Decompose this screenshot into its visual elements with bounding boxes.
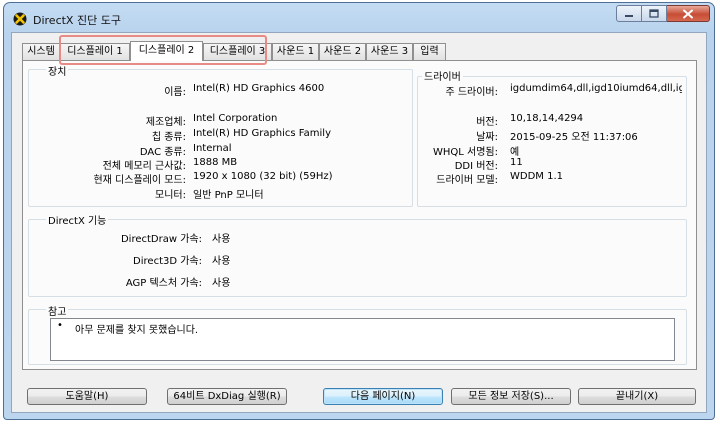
ddi-version-label: DDI 버전: (454, 161, 498, 172)
close-button[interactable] (667, 5, 710, 22)
device-name-value: Intel(R) HD Graphics 4600 (193, 83, 325, 94)
main-driver-label: 주 드라이버: (445, 87, 498, 98)
save-all-info-button[interactable]: 모든 정보 저장(S)... (451, 388, 571, 405)
display-mode-label: 현재 디스플레이 모드: (93, 175, 186, 186)
directx-features-title: DirectX 기능 (46, 212, 109, 227)
notes-bullet: • (57, 320, 63, 331)
tab-input[interactable]: 입력 (413, 43, 446, 60)
maximize-button[interactable] (642, 5, 667, 22)
driver-model-value: WDDM 1.1 (510, 171, 563, 182)
help-button[interactable]: 도움말(H) (27, 388, 147, 405)
notes-text: 아무 문제를 찾지 못했습니다. (75, 325, 199, 336)
window-title: DirectX 진단 도구 (33, 14, 121, 27)
whql-label: WHQL 서명됨: (433, 147, 498, 158)
driver-date-value: 2015-09-25 오전 11:37:06 (510, 132, 638, 143)
driver-section-title: 드라이버 (422, 68, 463, 83)
tab-sound-2[interactable]: 사운드 2 (319, 43, 366, 60)
minimize-icon (625, 14, 633, 17)
direct3d-value: 사용 (212, 256, 231, 267)
tab-sound-3[interactable]: 사운드 3 (366, 43, 413, 60)
manufacturer-value: Intel Corporation (193, 113, 278, 124)
monitor-label: 모니터: (155, 190, 186, 201)
exit-button[interactable]: 끝내기(X) (578, 388, 696, 405)
minimize-button[interactable] (616, 5, 642, 22)
whql-value: 예 (510, 147, 520, 158)
agp-label: AGP 텍스처 가속: (125, 278, 202, 289)
notes-section-title: 참고 (46, 303, 69, 318)
run-64bit-dxdiag-button[interactable]: 64비트 DxDiag 실행(R) (167, 388, 287, 405)
directx-x-icon (13, 12, 27, 26)
driver-version-value: 10,18,14,4294 (510, 113, 584, 124)
chip-type-label: 칩 종류: (151, 132, 186, 143)
direct3d-label: Direct3D 가속: (133, 256, 202, 267)
directdraw-label: DirectDraw 가속: (120, 234, 202, 245)
title-bar[interactable]: DirectX 진단 도구 (4, 3, 714, 33)
window-controls (616, 5, 710, 23)
dac-type-label: DAC 종류: (139, 147, 186, 158)
close-icon (683, 9, 693, 18)
dac-type-value: Internal (193, 143, 232, 154)
total-memory-value: 1888 MB (193, 157, 238, 168)
directdraw-value: 사용 (212, 234, 231, 245)
driver-date-label: 날짜: (476, 132, 498, 143)
chip-type-value: Intel(R) HD Graphics Family (193, 128, 331, 139)
driver-model-label: 드라이버 모델: (436, 175, 498, 186)
agp-value: 사용 (212, 278, 231, 289)
main-driver-value: igdumdim64,dll,igd10iumd64,dll,igd10 (510, 83, 682, 94)
device-name-label: 이름: (164, 87, 186, 98)
tab-sound-1[interactable]: 사운드 1 (272, 43, 319, 60)
manufacturer-label: 제조업체: (145, 117, 186, 128)
device-section-title: 장치 (46, 63, 69, 78)
dxdiag-window: DirectX 진단 도구 시스템 디스플레이 1 디스플레이 2 디스플레이 … (3, 2, 715, 420)
ddi-version-value: 11 (510, 157, 523, 168)
notes-textbox[interactable]: • 아무 문제를 찾지 못했습니다. (50, 318, 675, 361)
tab-display-2[interactable]: 디스플레이 2 (130, 41, 203, 61)
window-client-area: 시스템 디스플레이 1 디스플레이 2 디스플레이 3 사운드 1 사운드 2 … (11, 32, 707, 413)
tab-display-3[interactable]: 디스플레이 3 (203, 43, 272, 60)
driver-version-label: 버전: (476, 117, 498, 128)
total-memory-label: 전체 메모리 근사값: (102, 161, 186, 172)
tab-display-1[interactable]: 디스플레이 1 (60, 43, 130, 60)
tab-system[interactable]: 시스템 (22, 43, 60, 60)
next-page-button[interactable]: 다음 페이지(N) (323, 388, 443, 405)
display-mode-value: 1920 x 1080 (32 bit) (59Hz) (193, 171, 333, 182)
monitor-value: 일반 PnP 모니터 (193, 190, 264, 201)
maximize-icon (649, 9, 659, 18)
